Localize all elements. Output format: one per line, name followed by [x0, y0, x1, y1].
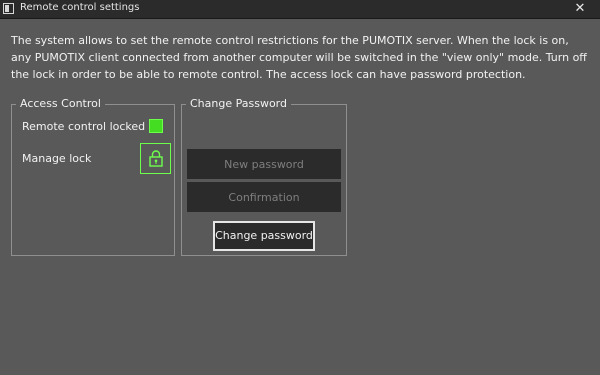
access-control-group: Access Control Remote control locked Man… [11, 97, 175, 256]
remote-control-locked-label: Remote control locked [22, 120, 146, 133]
access-control-title: Access Control [16, 97, 105, 110]
confirmation-field[interactable] [187, 182, 341, 212]
manage-lock-label: Manage lock [22, 152, 92, 165]
change-password-button[interactable]: Change password [213, 221, 315, 251]
change-password-title: Change Password [186, 97, 291, 110]
description-text: The system allows to set the remote cont… [11, 34, 587, 81]
window-icon [3, 3, 14, 14]
new-password-field[interactable] [187, 149, 341, 179]
settings-dialog: Remote control settings ✕ The system all… [0, 0, 600, 375]
manage-lock-button[interactable] [140, 143, 171, 174]
title-bar: Remote control settings ✕ [0, 0, 600, 19]
window-title: Remote control settings [20, 2, 140, 13]
change-password-group: Change Password Change password [181, 97, 347, 256]
close-icon[interactable]: ✕ [560, 0, 600, 18]
lock-icon [149, 150, 163, 167]
lock-status-indicator [149, 119, 163, 133]
